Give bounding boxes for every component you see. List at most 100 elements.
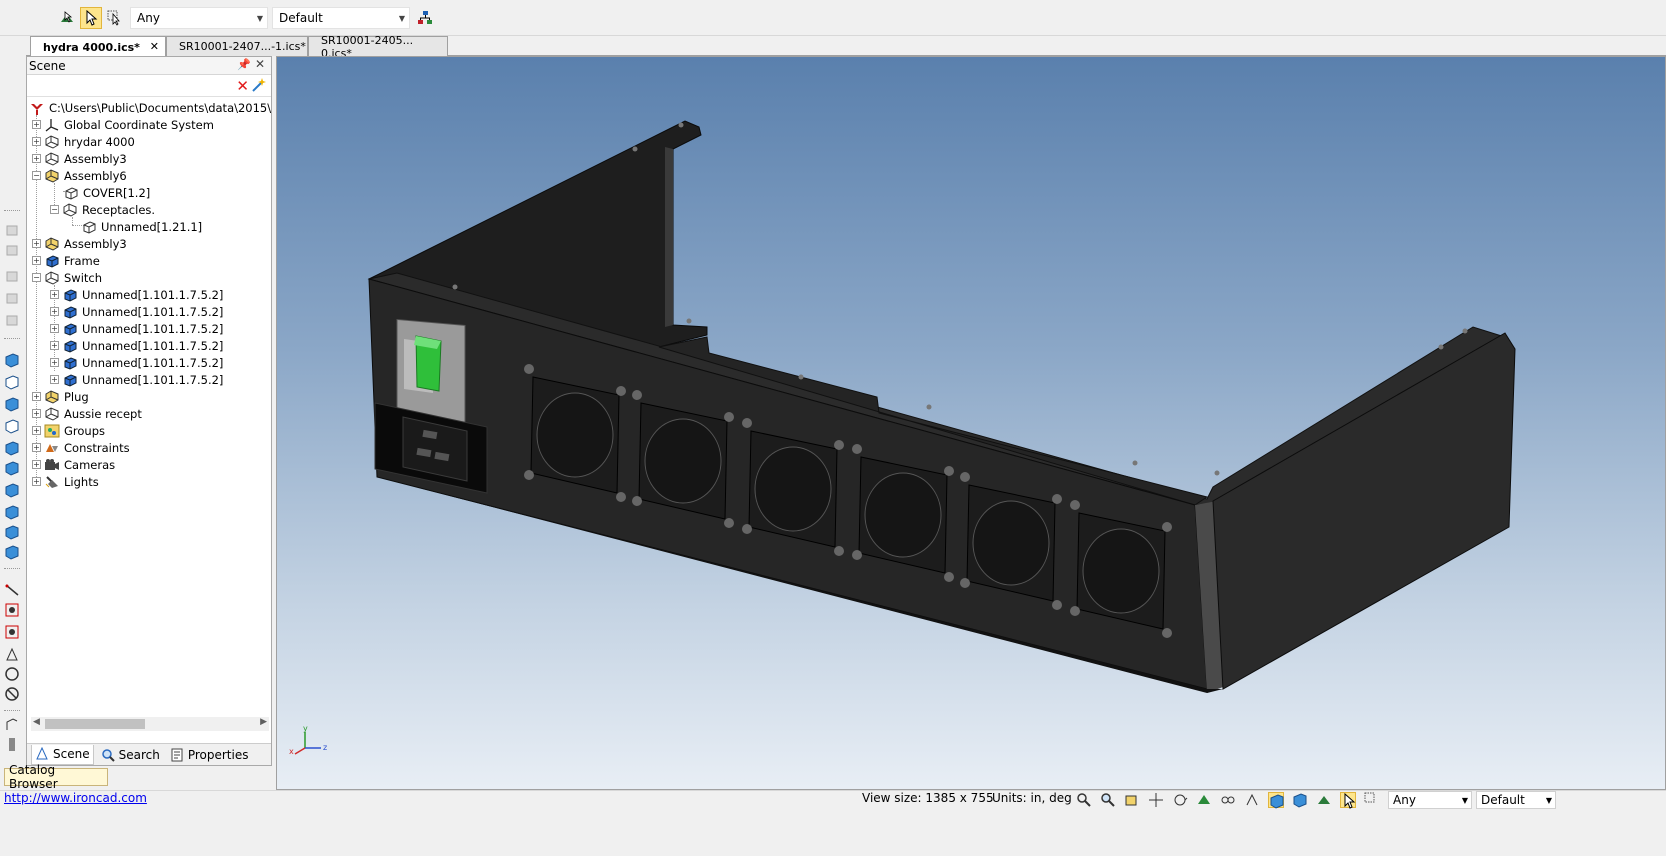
- select-assembly-icon[interactable]: [56, 7, 78, 29]
- tree-row-unnamed-switch-1[interactable]: + Unnamed[1.101.1.7.5.2]: [50, 286, 223, 303]
- tab-hydra-4000[interactable]: hydra 4000.ics* ✕: [30, 36, 166, 57]
- hierarchy-icon[interactable]: [414, 7, 436, 29]
- select-cursor-icon[interactable]: [1340, 792, 1356, 809]
- expand-icon[interactable]: +: [32, 409, 41, 418]
- close-icon[interactable]: ✕: [150, 40, 159, 53]
- filter-wand-icon[interactable]: [251, 77, 267, 93]
- box-edges-icon[interactable]: [4, 504, 20, 520]
- look-at-icon[interactable]: [1220, 792, 1236, 808]
- expand-icon[interactable]: +: [32, 460, 41, 469]
- tree-row-unnamed-switch-6[interactable]: + Unnamed[1.101.1.7.5.2]: [50, 371, 223, 388]
- tree-row-unnamed-switch-5[interactable]: + Unnamed[1.101.1.7.5.2]: [50, 354, 223, 371]
- expand-icon[interactable]: +: [32, 239, 41, 248]
- expand-icon[interactable]: +: [32, 443, 41, 452]
- tree-horizontal-scrollbar[interactable]: ◀ ▶: [31, 717, 269, 731]
- pin-icon[interactable]: 📌: [237, 58, 251, 71]
- expand-icon[interactable]: +: [32, 154, 41, 163]
- expand-icon[interactable]: +: [32, 477, 41, 486]
- collapse-icon[interactable]: −: [32, 171, 41, 180]
- scroll-left-icon[interactable]: ◀: [33, 717, 40, 727]
- expand-icon[interactable]: +: [32, 137, 41, 146]
- select-cursor-icon[interactable]: [80, 7, 102, 29]
- close-icon[interactable]: ✕: [255, 57, 265, 71]
- box-side-icon[interactable]: [4, 374, 20, 390]
- angle-icon[interactable]: [4, 646, 20, 662]
- chassis-model[interactable]: [277, 57, 1666, 790]
- tree-row-cover[interactable]: COVER[1.2]: [63, 184, 150, 201]
- collapse-icon[interactable]: −: [50, 205, 59, 214]
- ruler-icon[interactable]: [4, 736, 20, 752]
- box-outline-icon[interactable]: [4, 396, 20, 412]
- select-part-icon[interactable]: [104, 7, 126, 29]
- expand-icon[interactable]: +: [50, 290, 59, 299]
- view-right-icon[interactable]: [4, 290, 20, 306]
- zoom-box-icon[interactable]: [1100, 792, 1116, 808]
- tree-row-lights[interactable]: + Lights: [32, 473, 99, 490]
- view-cube-icon[interactable]: [1292, 792, 1308, 808]
- expand-icon[interactable]: +: [50, 375, 59, 384]
- 3d-viewport[interactable]: y z x: [276, 56, 1666, 790]
- tab-sr10001-2407[interactable]: SR10001-2407...-1.ics*: [166, 36, 308, 56]
- box-wire-icon[interactable]: [4, 460, 20, 476]
- tree-row-assembly6[interactable]: − Assembly6: [32, 167, 127, 184]
- tab-search[interactable]: Search: [98, 745, 163, 765]
- box-left-icon[interactable]: [4, 418, 20, 434]
- zoom-fit-icon[interactable]: [1124, 792, 1140, 808]
- rotate-icon[interactable]: [1172, 792, 1188, 808]
- tree-row-receptacles[interactable]: − Receptacles.: [50, 201, 155, 218]
- pan-icon[interactable]: [1148, 792, 1164, 808]
- circle-icon[interactable]: [4, 666, 20, 682]
- tree-row-unnamed-switch-2[interactable]: + Unnamed[1.101.1.7.5.2]: [50, 303, 223, 320]
- ironcad-link[interactable]: http://www.ironcad.com: [4, 791, 147, 805]
- measure-icon[interactable]: [4, 582, 20, 598]
- scroll-right-icon[interactable]: ▶: [260, 717, 267, 727]
- walk-icon[interactable]: [1244, 792, 1260, 808]
- tree-row-unnamed-switch-4[interactable]: + Unnamed[1.101.1.7.5.2]: [50, 337, 223, 354]
- expand-icon[interactable]: +: [32, 426, 41, 435]
- roll-icon[interactable]: [1196, 792, 1212, 808]
- expand-icon[interactable]: +: [50, 307, 59, 316]
- expand-icon[interactable]: +: [32, 120, 41, 129]
- expand-icon[interactable]: +: [50, 324, 59, 333]
- tree-row-frame[interactable]: + Frame: [32, 252, 100, 269]
- status-config-dropdown[interactable]: Default ▼: [1476, 791, 1556, 809]
- delete-icon[interactable]: ✕: [236, 77, 249, 95]
- tree-row-constraints[interactable]: + Constraints: [32, 439, 130, 456]
- view-left-icon[interactable]: [4, 268, 20, 284]
- tree-row-aussie-recept[interactable]: + Aussie recept: [32, 405, 142, 422]
- tab-sr10001-2405[interactable]: SR10001-2405... 0.ics*: [308, 34, 448, 60]
- collapse-icon[interactable]: −: [32, 273, 41, 282]
- expand-icon[interactable]: +: [32, 392, 41, 401]
- status-filter-dropdown[interactable]: Any ▼: [1388, 791, 1472, 809]
- scrollbar-thumb[interactable]: [45, 719, 145, 729]
- tree-row-assembly3-b[interactable]: + Assembly3: [32, 235, 127, 252]
- view-front-icon[interactable]: [4, 222, 20, 238]
- expand-icon[interactable]: +: [50, 341, 59, 350]
- tab-scene[interactable]: Scene: [31, 744, 94, 765]
- no-entry-icon[interactable]: [4, 686, 20, 702]
- box-section-icon[interactable]: [4, 524, 20, 540]
- configuration-dropdown[interactable]: Default ▼: [272, 7, 410, 29]
- tree-row-unnamed-1-21-1[interactable]: Unnamed[1.21.1]: [81, 218, 202, 235]
- zoom-icon[interactable]: [1076, 792, 1092, 808]
- tree-row-switch[interactable]: − Switch: [32, 269, 102, 286]
- tree-row-root[interactable]: C:\Users\Public\Documents\data\2015\word: [29, 99, 271, 116]
- expand-icon[interactable]: +: [50, 358, 59, 367]
- box-shape-icon[interactable]: [4, 352, 20, 368]
- tree-row-global-coordinate-system[interactable]: + Global Coordinate System: [32, 116, 214, 133]
- select-part-icon[interactable]: [1364, 792, 1380, 808]
- tree-row-plug[interactable]: + Plug: [32, 388, 89, 405]
- tree-row-assembly3[interactable]: + Assembly3: [32, 150, 127, 167]
- view-back-icon[interactable]: [4, 312, 20, 328]
- tree-row-unnamed-switch-3[interactable]: + Unnamed[1.101.1.7.5.2]: [50, 320, 223, 337]
- select-assembly-icon[interactable]: [1316, 792, 1332, 808]
- render-mode-icon[interactable]: [1268, 792, 1284, 809]
- box-hidden-icon[interactable]: [4, 440, 20, 456]
- catalog-browser-button[interactable]: Catalog Browser: [4, 763, 108, 791]
- box-shaded-icon[interactable]: [4, 482, 20, 498]
- expand-icon[interactable]: +: [32, 256, 41, 265]
- box-transparent-icon[interactable]: [4, 544, 20, 560]
- eye-red-icon[interactable]: [4, 602, 20, 618]
- tab-properties[interactable]: Properties: [167, 745, 252, 765]
- eye-icon[interactable]: [4, 624, 20, 640]
